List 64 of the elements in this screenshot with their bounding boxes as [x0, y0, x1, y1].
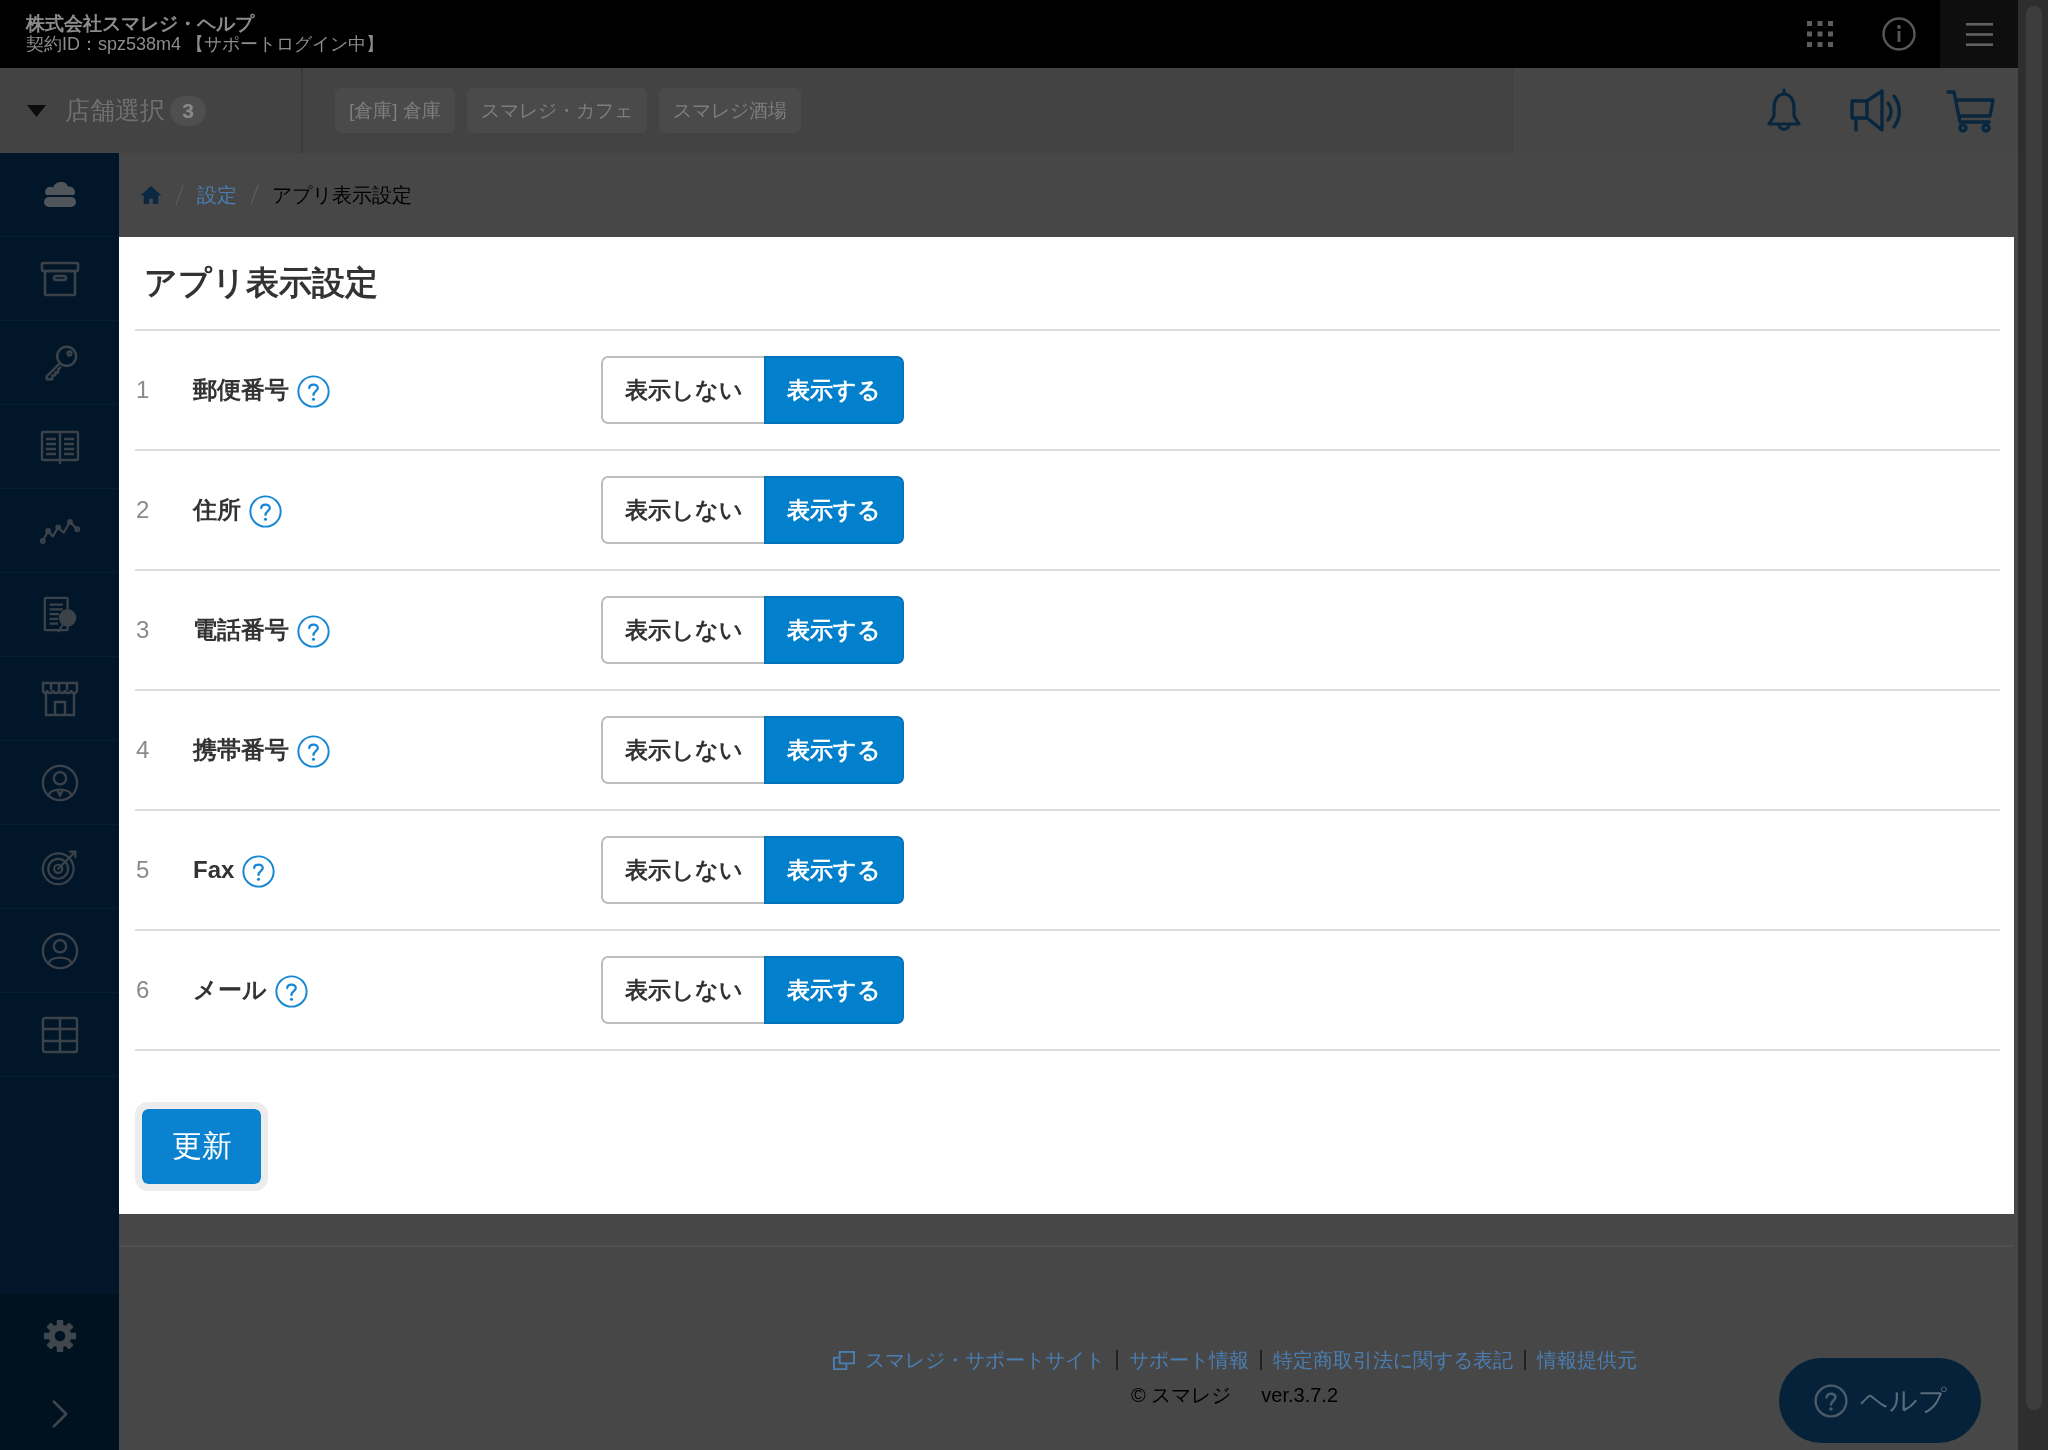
segment-button[interactable]: 表示しない	[601, 716, 764, 784]
row-number: 4	[135, 736, 151, 764]
count-badge: 3	[170, 95, 206, 126]
help-icon[interactable]	[275, 975, 308, 1008]
segment-button[interactable]: 表示しない	[601, 476, 764, 544]
segment-button[interactable]: 表示する	[764, 836, 904, 904]
cart-icon[interactable]	[1946, 88, 1996, 133]
help-icon[interactable]	[242, 855, 276, 888]
update-button[interactable]: 更新	[135, 1102, 268, 1191]
segment-button[interactable]: 表示しない	[601, 356, 764, 424]
segment-button[interactable]: 表示する	[764, 356, 904, 424]
apps-grid-icon[interactable]	[1807, 21, 1833, 47]
row-number: 5	[135, 856, 151, 884]
footer-link[interactable]: 特定商取引法に関する表記	[1273, 1347, 1513, 1373]
help-icon	[1813, 1383, 1848, 1418]
link-separator	[1116, 1350, 1118, 1370]
version-text: ver.3.7.2	[1261, 1383, 1338, 1408]
panel-title: アプリ表示設定	[135, 237, 2000, 331]
footer-link[interactable]: 情報提供元	[1537, 1347, 1637, 1373]
row-number: 2	[135, 496, 151, 524]
row-number: 3	[135, 616, 151, 644]
segment-button[interactable]: 表示しない	[601, 836, 764, 904]
help-button[interactable]: ヘルプ	[1779, 1358, 1981, 1443]
segment-button[interactable]: 表示する	[764, 596, 904, 664]
external-link-icon	[832, 1349, 856, 1371]
field-label: メール	[193, 975, 267, 1005]
menu-icon	[1965, 22, 1993, 46]
row-number: 1	[135, 376, 151, 404]
archive-box-icon[interactable]	[39, 259, 80, 298]
copyright-text: © スマレジ	[1131, 1383, 1232, 1408]
info-icon[interactable]	[1882, 17, 1916, 51]
footer-link[interactable]: スマレジ・サポートサイト	[865, 1347, 1105, 1373]
segment-button[interactable]: 表示する	[764, 476, 904, 544]
field-label: 電話番号	[193, 615, 289, 645]
segment-button[interactable]: 表示しない	[601, 596, 764, 664]
field-label: 郵便番号	[193, 375, 289, 405]
breadcrumb-link[interactable]: 設定	[197, 181, 237, 209]
link-separator	[1260, 1350, 1262, 1370]
field-label: Fax	[193, 856, 235, 884]
segment-button[interactable]: 表示する	[764, 956, 904, 1024]
row-number: 6	[135, 976, 151, 1004]
footer-link[interactable]: サポート情報	[1129, 1347, 1249, 1373]
chevron-right-icon[interactable]	[50, 1399, 69, 1429]
store-icon[interactable]	[39, 679, 80, 718]
settings-icon[interactable]	[42, 1319, 77, 1353]
field-label: 住所	[193, 495, 241, 525]
contract-id: 契約ID：spz538m4 【サポートログイン中】	[26, 34, 385, 55]
segment-button[interactable]: 表示しない	[601, 956, 764, 1024]
breadcrumb-current: アプリ表示設定	[272, 182, 412, 208]
link-separator	[1524, 1350, 1526, 1370]
bell-icon[interactable]	[1764, 87, 1804, 134]
help-icon[interactable]	[249, 495, 282, 528]
caret-icon[interactable]	[27, 104, 46, 117]
company-name: 株式会社スマレジ・ヘルプ	[26, 13, 254, 34]
segment-button[interactable]: 表示する	[764, 716, 904, 784]
help-icon[interactable]	[297, 735, 330, 768]
help-icon[interactable]	[297, 375, 330, 408]
help-icon[interactable]	[297, 615, 330, 648]
field-label: 携帯番号	[193, 735, 289, 765]
menu-button[interactable]	[1940, 0, 2018, 68]
user-icon[interactable]	[39, 931, 80, 970]
grid-icon[interactable]	[39, 1015, 80, 1054]
user-icon[interactable]	[39, 763, 80, 802]
home-icon[interactable]	[140, 185, 162, 205]
